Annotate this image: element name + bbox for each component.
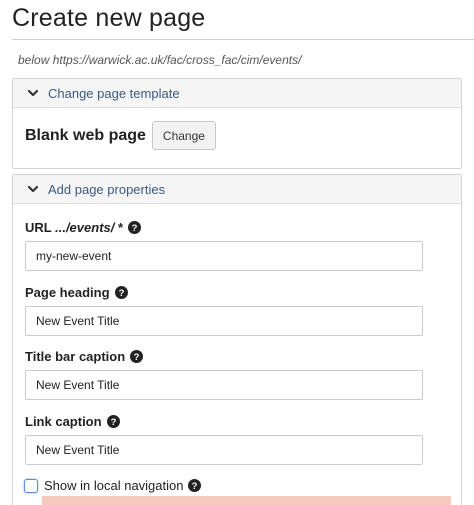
svg-text:?: ? xyxy=(110,417,116,428)
question-circle-icon[interactable]: ? xyxy=(130,350,144,363)
page-heading-input[interactable] xyxy=(25,306,423,336)
template-panel-title: Change page template xyxy=(48,85,180,101)
url-input[interactable] xyxy=(25,241,423,271)
page-heading-label-text: Page heading xyxy=(25,285,110,300)
title-bar-caption-label: Title bar caption ? xyxy=(25,349,144,364)
url-label-required: * xyxy=(114,220,124,235)
title-divider xyxy=(12,39,474,40)
svg-text:?: ? xyxy=(134,352,140,363)
template-row: Blank web page Change xyxy=(25,121,216,150)
url-label-prefix: URL xyxy=(25,220,56,235)
show-in-nav-label[interactable]: Show in local navigation xyxy=(44,478,183,493)
template-panel-header[interactable]: Change page template xyxy=(13,79,461,108)
parent-path: below https://warwick.ac.uk/fac/cross_fa… xyxy=(18,53,302,67)
question-circle-icon[interactable]: ? xyxy=(128,221,142,234)
properties-panel: Add page properties URL .../events/ * ? … xyxy=(12,174,462,505)
url-label: URL .../events/ * ? xyxy=(25,220,142,235)
svg-text:?: ? xyxy=(192,481,198,492)
link-caption-label: Link caption ? xyxy=(25,414,120,429)
question-circle-icon[interactable]: ? xyxy=(114,286,128,299)
properties-panel-header[interactable]: Add page properties xyxy=(13,175,461,204)
show-in-nav-row: Show in local navigation ? xyxy=(24,478,202,493)
svg-text:?: ? xyxy=(132,223,138,234)
title-bar-caption-label-text: Title bar caption xyxy=(25,349,126,364)
chevron-down-icon xyxy=(27,89,39,97)
link-caption-label-text: Link caption xyxy=(25,414,102,429)
chevron-down-icon xyxy=(27,185,39,193)
title-bar-caption-input[interactable] xyxy=(25,370,423,400)
template-name: Blank web page xyxy=(25,126,146,144)
template-panel: Change page template Blank web page Chan… xyxy=(12,78,462,169)
question-circle-icon[interactable]: ? xyxy=(106,415,120,428)
page-heading-label: Page heading ? xyxy=(25,285,128,300)
show-in-nav-checkbox[interactable] xyxy=(24,478,38,493)
link-caption-input[interactable] xyxy=(25,435,423,465)
question-circle-icon[interactable]: ? xyxy=(188,479,202,492)
change-template-button[interactable]: Change xyxy=(151,121,216,150)
svg-text:?: ? xyxy=(118,288,124,299)
url-label-path: .../events/ xyxy=(55,220,115,235)
properties-panel-title: Add page properties xyxy=(48,181,166,197)
page-title: Create new page xyxy=(12,4,206,32)
alert-message-box xyxy=(42,496,451,505)
